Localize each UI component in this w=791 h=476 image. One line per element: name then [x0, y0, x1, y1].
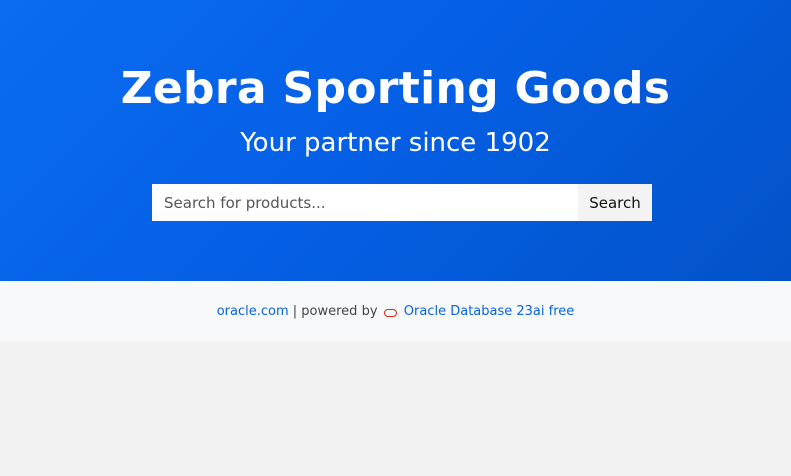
- oracle-database-link[interactable]: Oracle Database 23ai free: [404, 304, 574, 319]
- footer-bar: oracle.com | powered by Oracle Database …: [0, 281, 791, 342]
- site-tagline: Your partner since 1902: [240, 128, 551, 158]
- hero-banner: Zebra Sporting Goods Your partner since …: [0, 0, 791, 281]
- powered-by-text: | powered by: [288, 304, 382, 319]
- oracle-logo-icon: [383, 309, 397, 317]
- oracle-com-link[interactable]: oracle.com: [217, 304, 289, 319]
- search-form: Search: [152, 184, 652, 221]
- page-body-empty: [0, 342, 791, 476]
- search-button[interactable]: Search: [578, 184, 652, 221]
- site-title: Zebra Sporting Goods: [120, 63, 671, 114]
- search-input[interactable]: [152, 184, 578, 221]
